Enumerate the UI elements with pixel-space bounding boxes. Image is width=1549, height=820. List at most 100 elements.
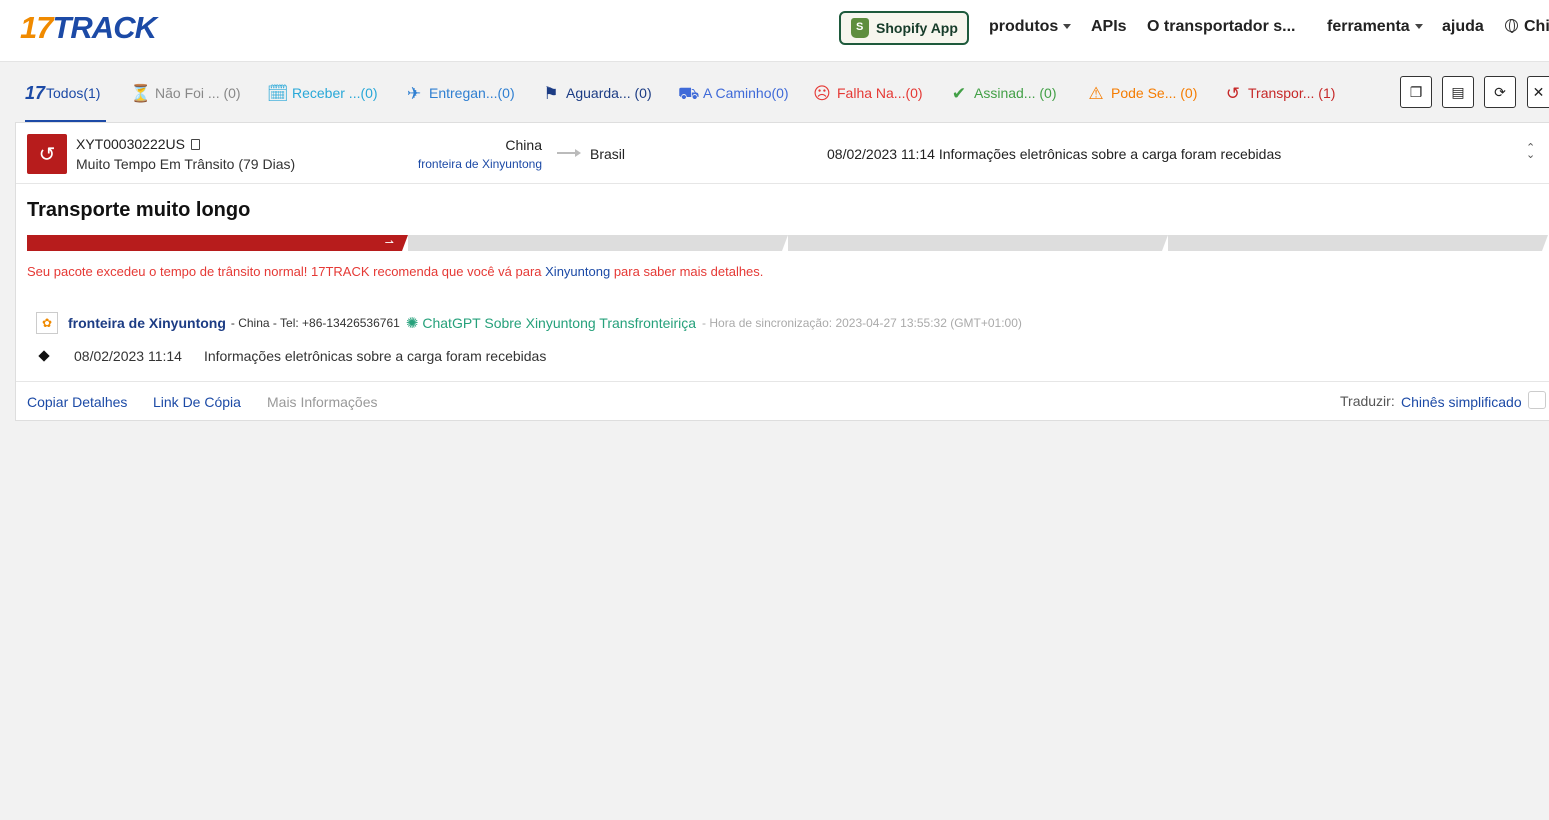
transit-too-long-badge: ↺ [27, 134, 67, 174]
progress-bar: ⇀ [27, 235, 1548, 251]
tab-todos-label: Todos(1) [46, 85, 101, 101]
flag-icon: ⚑ [543, 83, 559, 103]
chatgpt-label: ChatGPT Sobre Xinyuntong Transfronteiriç… [422, 315, 697, 331]
logo[interactable]: 17 TRACK [20, 10, 157, 45]
nav-language[interactable]: Chi [1505, 18, 1549, 36]
event-desc: Informações eletrônicas sobre a carga fo… [203, 348, 547, 364]
copy-icon[interactable] [190, 139, 200, 150]
tab-entregando-label: Entregan...(0) [429, 85, 515, 101]
sad-face-icon: ☹ [813, 83, 831, 103]
nav-produtos[interactable]: produtos [989, 18, 1072, 36]
last-event-desc: Informações eletrônicas sobre a carga fo… [938, 146, 1282, 162]
event-row: 08/02/2023 11:14 Informações eletrônicas… [38, 348, 547, 364]
more-info-link[interactable]: Mais Informações [267, 394, 377, 410]
tab-aguardando-label: Aguarda... (0) [566, 85, 652, 101]
chatgpt-icon: ✺ [405, 315, 419, 332]
nav-ajuda[interactable]: ajuda [1442, 18, 1484, 36]
collapse-icon: ✕ [1532, 83, 1545, 100]
progress-step-1: ⇀ [27, 235, 408, 251]
translate-language-select[interactable]: Chinês simplificado [1401, 394, 1522, 410]
tab-assinado[interactable]: ✔ Assinad... (0) [949, 82, 1057, 104]
copy-button[interactable]: ❐ [1400, 76, 1432, 108]
chevron-down-icon [1414, 24, 1423, 30]
carrier-row: ✿ fronteira de Xinyuntong - China - Tel:… [36, 312, 1022, 334]
collapse-chevron-icon[interactable]: ⌃ ⌄ [1526, 143, 1535, 161]
tab-nao-foi[interactable]: ⏳ Não Foi ... (0) [130, 82, 241, 104]
hourglass-icon: ⏳ [130, 83, 152, 103]
nav-transportador[interactable]: O transportador s... [1147, 18, 1295, 36]
transit-status: Muito Tempo Em Trânsito (79 Dias) [76, 156, 296, 172]
shopify-app-label: Shopify App [876, 20, 958, 36]
tab-todos[interactable]: 17 Todos(1) [25, 82, 107, 123]
event-diamond-icon [38, 350, 50, 362]
shopify-app-button[interactable]: Shopify App [839, 11, 969, 45]
copy-link-link[interactable]: Link De Cópia [153, 394, 241, 410]
top-header: 17TRACK Shopify App produtos APIs O tran… [0, 0, 1549, 62]
receive-clock-icon: 🗓 [267, 83, 289, 103]
airplane-icon: ✈ [406, 83, 422, 103]
carrier-name-link[interactable]: fronteira de Xinyuntong [68, 315, 226, 331]
warning-text-pre: Seu pacote excedeu o tempo de trânsito n… [27, 264, 546, 279]
translate-label: Traduzir: [1340, 393, 1395, 409]
tab-falha-label: Falha Na...(0) [837, 85, 923, 101]
nav-ferramenta-label: ferramenta [1327, 18, 1410, 35]
shipment-card: ↺ XYT00030222US Muito Tempo Em Trânsito … [15, 122, 1549, 421]
nav-ferramenta[interactable]: ferramenta [1327, 18, 1423, 36]
tab-pode-ser[interactable]: ⚠ Pode Se... (0) [1086, 82, 1197, 104]
translate-toggle[interactable] [1528, 391, 1546, 409]
chevron-down-icon [1063, 24, 1072, 30]
tab-falha[interactable]: ☹ Falha Na...(0) [812, 82, 923, 104]
logo-number: 17 [20, 10, 53, 45]
transit-warning: Seu pacote excedeu o tempo de trânsito n… [27, 264, 763, 279]
progress-step-2 [408, 235, 788, 251]
globe-icon [1505, 19, 1518, 33]
history-icon: ↺ [1225, 83, 1241, 103]
tab-transporte[interactable]: ↺ Transpor... (1) [1223, 82, 1336, 104]
tracking-number-text: XYT00030222US [76, 136, 185, 152]
nav-produtos-label: produtos [989, 18, 1059, 35]
status-headline: Transporte muito longo [27, 199, 251, 221]
last-event-time: 08/02/2023 11:14 [827, 146, 935, 162]
shopify-bag-icon [851, 18, 869, 38]
logo-text: TRACK [52, 10, 156, 45]
divider [16, 183, 1549, 184]
tab-pode-ser-label: Pode Se... (0) [1111, 85, 1198, 101]
warning-text-post: para saber mais detalhes. [610, 264, 764, 279]
nav-transportador-label: O transportador s... [1147, 18, 1296, 35]
sync-time: - Hora de sincronização: 2023-04-27 13:5… [702, 316, 1022, 330]
origin-country: China [505, 137, 542, 153]
tab-assinado-label: Assinad... (0) [974, 85, 1057, 101]
route-arrow-icon [557, 149, 581, 157]
refresh-icon: ⟳ [1494, 83, 1506, 100]
tab-receber[interactable]: 🗓 Receber ...(0) [267, 82, 378, 104]
chatgpt-link[interactable]: ✺ ChatGPT Sobre Xinyuntong Transfronteiri… [406, 314, 696, 332]
tab-aguardando[interactable]: ⚑ Aguarda... (0) [541, 82, 652, 104]
copy-icon: ❐ [1409, 83, 1423, 100]
carrier-logo-icon: ✿ [36, 312, 58, 334]
tab-a-caminho-label: A Caminho(0) [703, 85, 789, 101]
tracking-number[interactable]: XYT00030222US [76, 136, 200, 152]
paste-button[interactable]: ▤ [1442, 76, 1474, 108]
collapse-all-button[interactable]: ✕ [1527, 76, 1549, 108]
delivery-icon: ⛟ [678, 83, 700, 103]
origin-carrier-link[interactable]: fronteira de Xinyuntong [418, 157, 542, 171]
tab-transporte-label: Transpor... (1) [1248, 85, 1336, 101]
divider [16, 381, 1549, 382]
nav-ajuda-label: ajuda [1442, 18, 1484, 35]
status-tabs: 17 Todos(1) ⏳ Não Foi ... (0) 🗓 Receber … [0, 62, 1549, 123]
tab-a-caminho[interactable]: ⛟ A Caminho(0) [678, 82, 789, 104]
tab-entregando[interactable]: ✈ Entregan...(0) [404, 82, 515, 104]
nav-language-label: Chi [1524, 18, 1549, 35]
carrier-contact: - China - Tel: +86-13426536761 [230, 316, 400, 330]
check-icon: ✔ [951, 83, 967, 103]
progress-step-4 [1168, 235, 1548, 251]
carrier-site-link[interactable]: Xinyuntong [545, 264, 610, 279]
copy-details-link[interactable]: Copiar Detalhes [27, 394, 127, 410]
refresh-button[interactable]: ⟳ [1484, 76, 1516, 108]
nav-apis[interactable]: APIs [1091, 18, 1127, 36]
clipboard-icon: ▤ [1451, 83, 1465, 100]
truck-icon: ⇀ [384, 237, 394, 249]
warning-icon: ⚠ [1088, 83, 1104, 103]
history-icon: ↺ [38, 143, 56, 166]
event-time: 08/02/2023 11:14 [74, 348, 182, 364]
